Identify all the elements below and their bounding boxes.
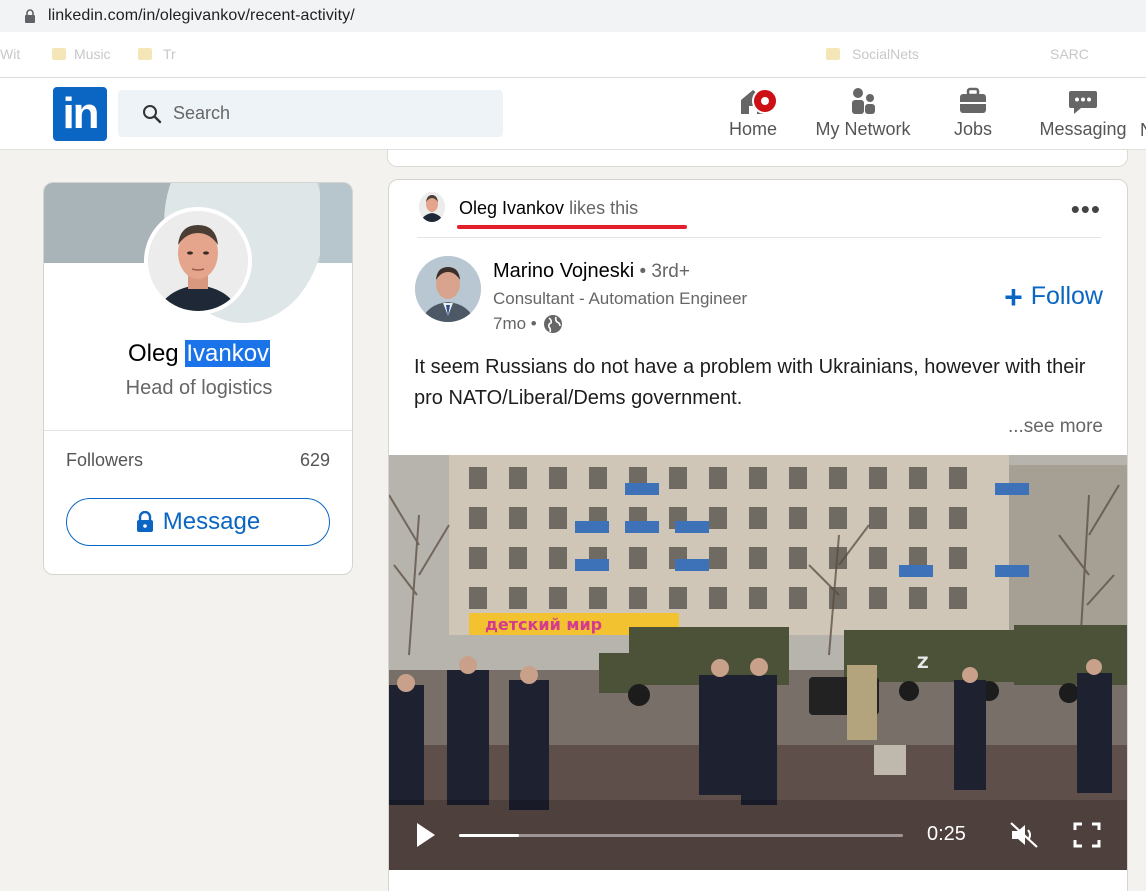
more-options-icon[interactable]: ••• xyxy=(1071,196,1101,222)
lock-icon xyxy=(25,9,35,23)
linkedin-logo[interactable]: in xyxy=(53,87,107,141)
play-icon[interactable] xyxy=(415,821,437,849)
bookmark-item[interactable]: SocialNets xyxy=(852,46,919,62)
browser-address-bar[interactable]: linkedin.com/in/olegivankov/recent-activ… xyxy=(0,0,1146,32)
nav-cutoff-label: N xyxy=(1140,120,1146,141)
folder-icon xyxy=(52,48,66,60)
connection-degree: • 3rd+ xyxy=(634,261,690,282)
divider xyxy=(44,430,352,431)
profile-last-name: Ivankov xyxy=(185,340,271,367)
previous-post-card-bottom xyxy=(387,150,1128,167)
svg-text:Z: Z xyxy=(917,653,929,672)
video-time: 0:25 xyxy=(927,823,966,845)
nav-messaging-label: Messaging xyxy=(1039,119,1127,139)
profile-first-name: Oleg xyxy=(127,340,179,367)
nav-messaging[interactable]: Messaging xyxy=(1038,86,1128,146)
lock-icon xyxy=(136,511,153,532)
bookmark-item[interactable]: Tr xyxy=(163,46,176,62)
message-button[interactable]: Message xyxy=(66,498,330,546)
follow-button[interactable]: + Follow xyxy=(1004,278,1103,315)
post-card: Oleg Ivankov likes this ••• Marino Vojne… xyxy=(388,179,1128,891)
nav-my-network-label: My Network xyxy=(815,119,911,139)
fullscreen-icon[interactable] xyxy=(1072,821,1102,849)
author-name-text: Marino Vojneski xyxy=(493,260,635,282)
top-nav: in Home My Network Jobs xyxy=(0,78,1146,150)
profile-avatar[interactable] xyxy=(144,207,252,315)
activity-text: Oleg Ivankov likes this xyxy=(459,198,638,219)
search-input[interactable] xyxy=(173,103,473,124)
plus-icon: + xyxy=(1004,278,1023,315)
followers-label: Followers xyxy=(66,450,144,470)
globe-icon xyxy=(543,315,562,333)
network-icon xyxy=(852,88,875,114)
see-more-link[interactable]: ...see more xyxy=(1008,416,1103,438)
author-name[interactable]: Marino Vojneski • 3rd+ xyxy=(493,260,690,283)
bookmark-item[interactable]: Music xyxy=(74,46,111,62)
video-progress-bar[interactable] xyxy=(459,834,903,837)
search-icon xyxy=(143,104,162,123)
nav-jobs[interactable]: Jobs xyxy=(952,86,994,146)
bookmark-item[interactable]: SARC xyxy=(1050,46,1089,62)
messaging-icon xyxy=(1069,91,1097,114)
nav-my-network[interactable]: My Network xyxy=(813,86,913,146)
video-controls: 0:25 xyxy=(389,807,1127,867)
url-text: linkedin.com/in/olegivankov/recent-activ… xyxy=(48,7,355,24)
shop-sign-text: детский мир xyxy=(485,615,602,634)
activity-action: likes this xyxy=(564,198,639,218)
nav-home[interactable]: Home xyxy=(728,86,778,146)
profile-card: Oleg Ivankov Head of logistics Followers… xyxy=(43,182,353,575)
notification-badge xyxy=(752,88,778,114)
nav-home-label: Home xyxy=(728,119,777,139)
profile-name[interactable]: Oleg Ivankov xyxy=(44,340,352,368)
bookmarks-bar: Wit Music Tr SocialNets SARC xyxy=(0,32,1146,78)
briefcase-icon xyxy=(960,87,986,113)
followers-count: 629 xyxy=(299,450,330,470)
followers-row: Followers 629 xyxy=(66,450,330,471)
author-headline: Consultant - Automation Engineer xyxy=(493,289,748,308)
profile-headline: Head of logistics xyxy=(125,377,273,399)
bookmark-item[interactable]: Wit xyxy=(0,46,20,62)
mute-icon[interactable] xyxy=(1009,821,1039,849)
post-time: 7mo • xyxy=(493,314,537,333)
post-text: It seem Russians do not have a problem w… xyxy=(414,356,1086,409)
nav-jobs-label: Jobs xyxy=(953,119,993,139)
video-player[interactable]: детский мир Z 0:25 xyxy=(389,455,1127,870)
folder-icon xyxy=(138,48,152,60)
follow-label: Follow xyxy=(1030,282,1103,310)
folder-icon xyxy=(826,48,840,60)
search-box[interactable] xyxy=(118,90,503,137)
liker-name-link[interactable]: Oleg Ivankov xyxy=(459,198,564,218)
post-meta: 7mo • xyxy=(493,314,563,334)
author-avatar[interactable] xyxy=(415,256,481,322)
video-progress-fill xyxy=(459,834,519,837)
message-button-label: Message xyxy=(162,508,261,535)
activity-header: Oleg Ivankov likes this ••• xyxy=(417,190,1101,238)
red-underline-annotation xyxy=(457,225,687,229)
liker-avatar[interactable] xyxy=(419,192,445,222)
